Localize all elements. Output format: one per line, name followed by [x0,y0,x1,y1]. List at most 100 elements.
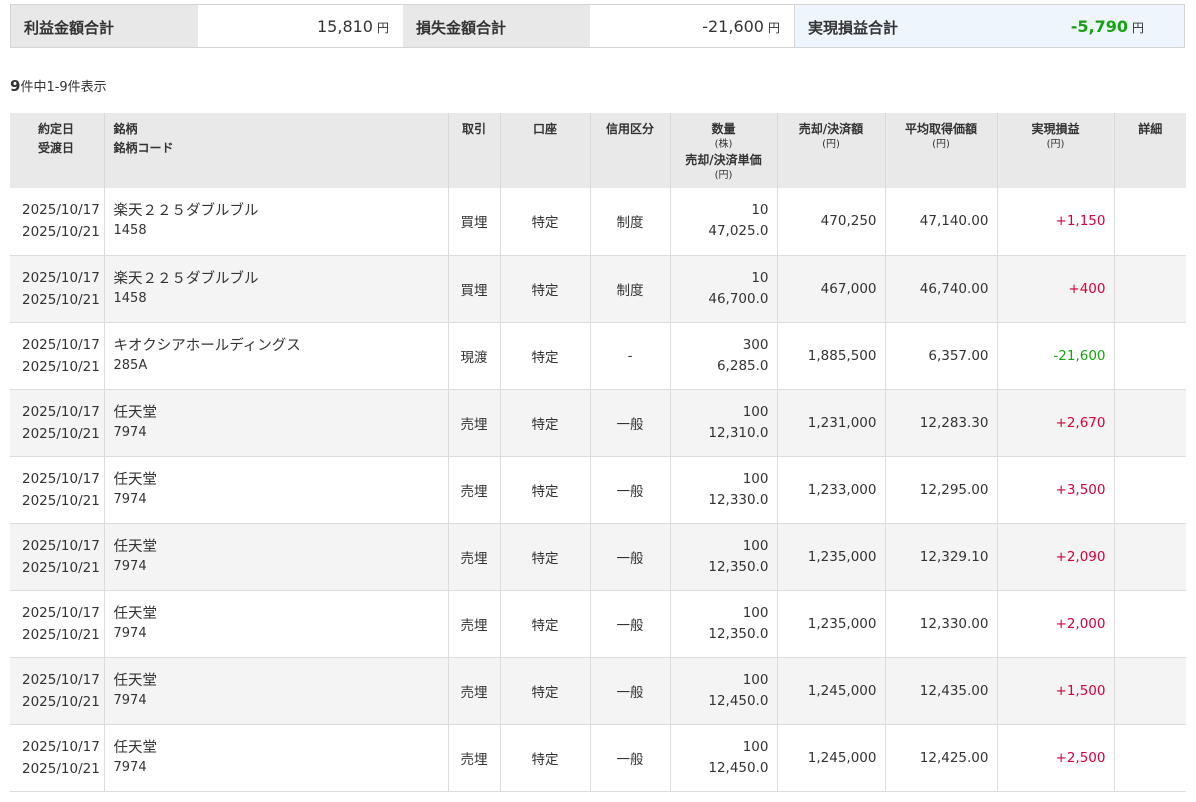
settle-date: 2025/10/21 [22,358,100,375]
credit-type: 一般 [590,456,671,524]
quantity: 10 [751,202,769,219]
detail-cell[interactable] [1114,456,1186,524]
net-total-box: 実現損益合計 -5,790 円 [795,5,1184,47]
settle-date: 2025/10/21 [22,224,100,241]
qty-price-cell: 300 6,285.0 [670,322,778,390]
profit-total-label: 利益金額合計 [11,5,198,47]
trade-type: 売埋 [448,456,501,524]
dates-cell: 2025/10/17 2025/10/21 [10,322,105,390]
quantity: 100 [742,403,769,420]
stock-name: 任天堂 [113,538,158,555]
header-credit: 信用区分 [590,113,671,188]
yen-unit: 円 [376,21,389,35]
account-type: 特定 [500,523,591,591]
net-total-label: 実現損益合計 [808,19,899,37]
trade-date: 2025/10/17 [22,537,100,554]
header-qty: 数量 [711,122,736,136]
header-trade-date: 約定日 [38,122,75,136]
header-amount-unit: (円) [822,139,840,150]
yen-unit: 円 [1131,21,1144,35]
account-type: 特定 [500,724,591,792]
realized-pl: +2,000 [997,590,1115,658]
credit-type: 一般 [590,657,671,725]
credit-type: 一般 [590,724,671,792]
yen-unit: 円 [767,21,780,35]
loss-total-amount: -21,600 [702,17,764,36]
detail-cell[interactable] [1114,188,1186,256]
settle-date: 2025/10/21 [22,492,100,509]
dates-cell: 2025/10/17 2025/10/21 [10,590,105,658]
credit-type: 制度 [590,188,671,256]
header-account: 口座 [500,113,591,188]
stock-code: 1458 [113,223,147,239]
realized-pl: +3,500 [997,456,1115,524]
net-total-amount: -5,790 [1070,17,1128,36]
detail-cell[interactable] [1114,657,1186,725]
stock-code: 7974 [113,424,147,440]
account-type: 特定 [500,322,591,390]
unit-price: 12,330.0 [708,491,769,508]
profit-total-amount: 15,810 [317,17,373,36]
header-amount-label: 売却/決済額 [798,122,864,136]
stock-name: 楽天２２５ダブルブル [113,203,259,220]
stock-cell: 任天堂 7974 [104,724,449,792]
trade-date: 2025/10/17 [22,336,100,353]
stock-name: 任天堂 [113,739,158,756]
net-total-value: -5,790 円 [982,5,1184,47]
detail-cell[interactable] [1114,389,1186,457]
avg-cost: 12,330.00 [885,590,998,658]
settle-date: 2025/10/21 [22,291,100,308]
stock-code: 7974 [113,491,147,507]
trade-type: 売埋 [448,724,501,792]
detail-cell[interactable] [1114,322,1186,390]
header-detail: 詳細 [1114,113,1186,188]
table-row: 2025/10/17 2025/10/21 任天堂 7974 売埋 特定 一般 100 12,4… [10,724,1186,792]
credit-type: - [590,322,671,390]
loss-total-value: -21,600 円 [590,5,795,47]
table-row: 2025/10/17 2025/10/21 任天堂 7974 売埋 特定 一般 100 12,4… [10,657,1186,725]
account-type: 特定 [500,255,591,323]
header-avg-label: 平均取得価額 [904,122,977,136]
detail-cell[interactable] [1114,255,1186,323]
settle-amount: 1,235,000 [777,590,886,658]
table-row: 2025/10/17 2025/10/21 任天堂 7974 売埋 特定 一般 100 12,3… [10,456,1186,524]
table-header-row: 約定日 受渡日 銘柄 銘柄コード 取引 口座 信用区分 数量 (株) 売却/決済… [10,113,1186,188]
stock-cell: 任天堂 7974 [104,657,449,725]
detail-cell[interactable] [1114,590,1186,658]
trade-date: 2025/10/17 [22,403,100,420]
result-count-text: 件中1-9件表示 [20,80,107,95]
dates-cell: 2025/10/17 2025/10/21 [10,523,105,591]
realized-pl: +2,090 [997,523,1115,591]
quantity: 300 [742,336,769,353]
stock-cell: 楽天２２５ダブルブル 1458 [104,255,449,323]
qty-price-cell: 100 12,350.0 [670,590,778,658]
credit-type: 制度 [590,255,671,323]
stock-name: 任天堂 [113,471,158,488]
detail-cell[interactable] [1114,523,1186,591]
table-row: 2025/10/17 2025/10/21 キオクシアホールディングス 285A 現渡特… [10,322,1186,390]
qty-price-cell: 100 12,450.0 [670,724,778,792]
qty-price-cell: 100 12,330.0 [670,456,778,524]
stock-name: キオクシアホールディングス [113,337,301,354]
unit-price: 12,310.0 [708,424,769,441]
dates-cell: 2025/10/17 2025/10/21 [10,188,105,256]
unit-price: 47,025.0 [708,223,769,240]
stock-cell: 任天堂 7974 [104,523,449,591]
trade-type: 売埋 [448,523,501,591]
stock-cell: 楽天２２５ダブルブル 1458 [104,188,449,256]
quantity: 10 [751,269,769,286]
quantity: 100 [742,604,769,621]
trade-date: 2025/10/17 [22,604,100,621]
avg-cost: 12,283.30 [885,389,998,457]
account-type: 特定 [500,657,591,725]
dates-cell: 2025/10/17 2025/10/21 [10,724,105,792]
dates-cell: 2025/10/17 2025/10/21 [10,456,105,524]
header-qty-unit: (株) [714,139,733,150]
settle-amount: 1,245,000 [777,657,886,725]
detail-cell[interactable] [1114,724,1186,792]
unit-price: 12,450.0 [708,692,769,709]
table-row: 2025/10/17 2025/10/21 楽天２２５ダブルブル 1458 買埋 特定 制度… [10,255,1186,323]
stock-code: 1458 [113,290,147,306]
header-qty-price: 数量 (株) 売却/決済単価 (円) [670,113,778,188]
header-pl: 実現損益 (円) [997,113,1115,188]
